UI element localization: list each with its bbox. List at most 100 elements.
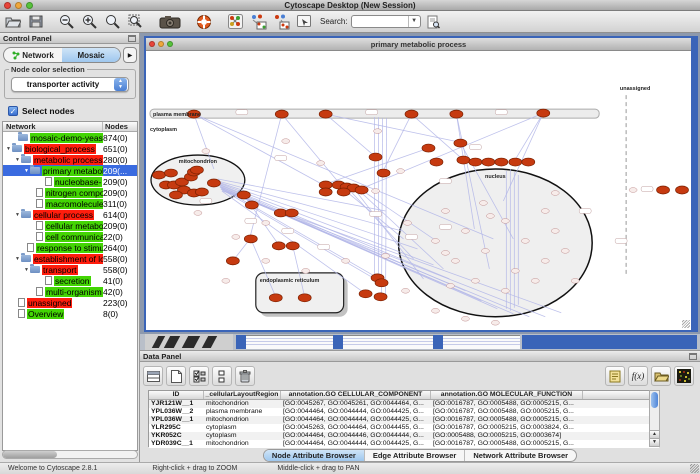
gene-node[interactable] [374, 293, 387, 301]
search-dropdown-icon[interactable]: ▼ [408, 16, 420, 27]
tree-row[interactable]: nitrogen compou209(0) [3, 187, 137, 198]
table-row[interactable]: YLR295Ccytoplasm[GO:0045263, GO:0044464,… [149, 424, 659, 432]
gene-node[interactable] [245, 201, 258, 209]
select-all-attributes-icon[interactable] [189, 366, 209, 386]
tab-node-attribute-browser[interactable]: Node Attribute Browser [264, 450, 365, 461]
table-row[interactable]: YPL036W__2plasma membrane[GO:0044464, GO… [149, 408, 659, 416]
gene-node-small[interactable] [501, 219, 509, 224]
gene-node[interactable] [430, 158, 443, 166]
collapse-network-icon[interactable] [271, 13, 291, 31]
gene-node-small[interactable] [431, 239, 439, 244]
gene-node[interactable] [676, 186, 689, 194]
annotation-icon[interactable] [294, 13, 314, 31]
gene-node-small[interactable] [382, 253, 390, 258]
gene-node-small[interactable] [446, 283, 454, 288]
expand-network-icon[interactable] [248, 13, 268, 31]
gene-node-small[interactable] [232, 235, 240, 240]
gene-node[interactable] [169, 191, 182, 199]
gene-node[interactable] [657, 186, 670, 194]
gene-node-small[interactable] [404, 221, 412, 226]
delete-attribute-icon[interactable] [235, 366, 255, 386]
tab-mosaic[interactable]: Mosaic [62, 48, 120, 62]
gene-node-small[interactable] [431, 308, 439, 313]
tree-row[interactable]: unassigned223(0) [3, 297, 137, 308]
gene-node[interactable] [269, 294, 282, 302]
gene-node-small[interactable] [541, 209, 549, 214]
gene-node-small[interactable] [317, 161, 325, 166]
advanced-search-icon[interactable] [424, 13, 444, 31]
gene-node[interactable] [482, 158, 495, 166]
tree-row[interactable]: ▼transport558(0) [3, 264, 137, 275]
search-input[interactable]: ▼ [351, 15, 421, 28]
float-panel-icon[interactable] [128, 35, 136, 42]
snapshot-icon[interactable] [157, 13, 183, 31]
gene-node-small[interactable] [561, 248, 569, 253]
gene-node[interactable] [422, 144, 435, 152]
zoom-out-icon[interactable] [57, 13, 77, 31]
gene-node[interactable] [450, 110, 463, 118]
gene-node[interactable] [319, 110, 332, 118]
gene-node[interactable] [164, 169, 177, 177]
zoom-in-icon[interactable] [80, 13, 100, 31]
tree-row[interactable]: ▼cellular process614(0) [3, 209, 137, 220]
gene-node[interactable] [377, 169, 390, 177]
tree-row[interactable]: response to stimulu264(0) [3, 242, 137, 253]
col-id[interactable]: ID [149, 391, 204, 399]
gene-node-small[interactable] [451, 258, 459, 263]
formula-icon[interactable]: f(x) [628, 366, 648, 386]
gene-node-small[interactable] [531, 278, 539, 283]
gene-node[interactable] [275, 110, 288, 118]
gene-node[interactable] [319, 188, 332, 196]
tree-row[interactable]: nucleobase-209(0) [3, 176, 137, 187]
float-panel-icon[interactable] [689, 353, 697, 360]
search-field[interactable] [352, 17, 408, 26]
gene-node[interactable] [375, 279, 388, 287]
gene-node-small[interactable] [441, 209, 449, 214]
table-vertical-scrollbar[interactable]: ▲ ▼ [649, 390, 660, 447]
gene-node-small[interactable] [551, 229, 559, 234]
tree-horizontal-scrollbar[interactable] [2, 450, 138, 459]
gene-node-small[interactable] [222, 278, 230, 283]
gene-node[interactable] [522, 158, 535, 166]
save-session-icon[interactable] [26, 13, 46, 31]
tree-col-nodes[interactable]: Nodes [103, 122, 137, 131]
gene-node[interactable] [359, 290, 372, 298]
select-nodes-checkbox[interactable]: ✓ [8, 106, 18, 116]
gene-node-small[interactable] [372, 189, 380, 194]
gene-node-small[interactable] [501, 288, 509, 293]
tree-row[interactable]: Overview8(0) [3, 308, 137, 319]
table-row[interactable]: YPL036W__1mitochondrion[GO:0044464, GO:0… [149, 416, 659, 424]
tree-row[interactable]: ▼metabolic process280(0) [3, 154, 137, 165]
gene-node[interactable] [355, 186, 368, 194]
tab-edge-attribute-browser[interactable]: Edge Attribute Browser [365, 450, 465, 461]
gene-node-small[interactable] [491, 320, 499, 325]
gene-node-small[interactable] [511, 268, 519, 273]
gene-node[interactable] [237, 191, 250, 199]
network-window-titlebar[interactable]: primary metabolic process [146, 38, 691, 51]
gene-node[interactable] [454, 139, 467, 147]
network-overview-icon[interactable] [225, 13, 245, 31]
table-row[interactable]: YDR039C__1mitochondrion[GO:0044464, GO:0… [149, 440, 659, 448]
gene-node-small[interactable] [302, 268, 310, 273]
gene-node-small[interactable] [282, 139, 290, 144]
gene-node[interactable] [226, 257, 239, 265]
gene-node-small[interactable] [521, 239, 529, 244]
tree-row[interactable]: multi-organism pro42(0) [3, 286, 137, 297]
gene-node-small[interactable] [262, 221, 270, 226]
select-attributes-icon[interactable] [143, 366, 163, 386]
zoom-fit-icon[interactable] [103, 13, 123, 31]
tree-row[interactable]: cell communicat22(0) [3, 231, 137, 242]
gene-node-small[interactable] [551, 191, 559, 196]
import-attributes-icon[interactable] [651, 366, 671, 386]
gene-node-small[interactable] [342, 258, 350, 263]
gene-node[interactable] [405, 110, 418, 118]
gene-node[interactable] [369, 153, 382, 161]
gene-node[interactable] [469, 158, 482, 166]
col-cellular-component[interactable]: annotation.GO CELLULAR_COMPONENT [281, 391, 431, 399]
tab-network-attribute-browser[interactable]: Network Attribute Browser [465, 450, 576, 461]
gene-node-small[interactable] [202, 149, 210, 154]
zoom-selected-icon[interactable] [126, 13, 146, 31]
tree-col-network[interactable]: Network [3, 122, 103, 131]
gene-node[interactable] [286, 242, 299, 250]
resize-grip[interactable] [682, 320, 690, 328]
